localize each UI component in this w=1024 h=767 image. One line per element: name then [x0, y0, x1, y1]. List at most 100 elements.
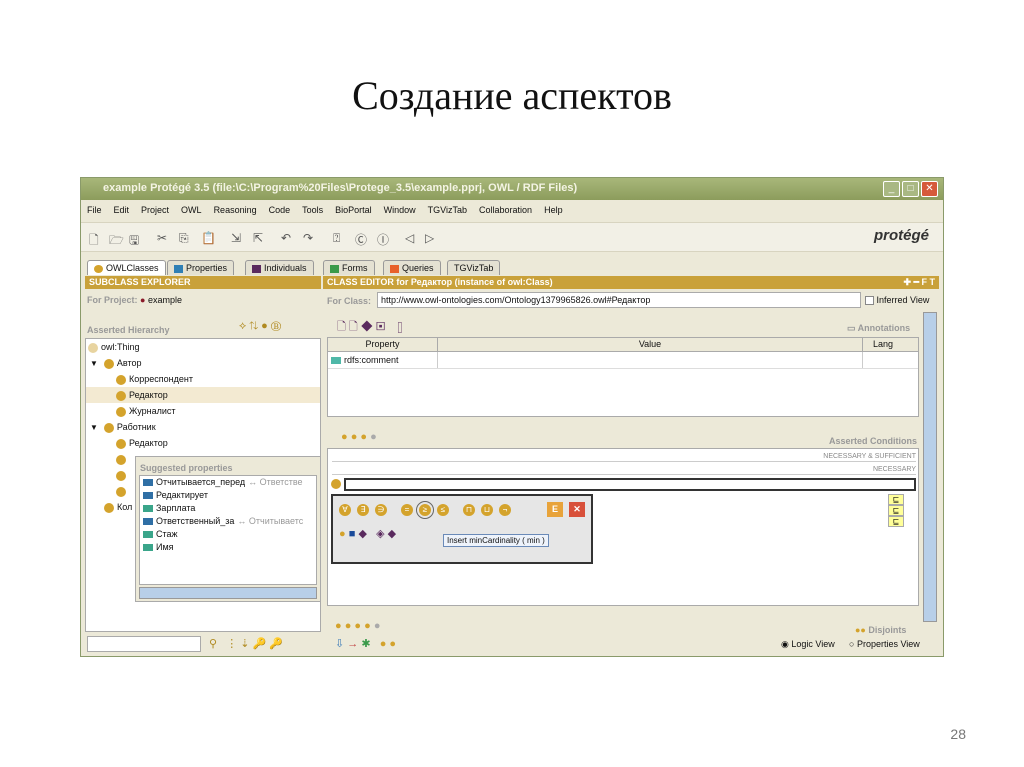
edit-button[interactable]: E [547, 502, 563, 517]
query-icon[interactable]: ⍰ [333, 231, 340, 246]
vertical-scrollbar[interactable] [923, 312, 937, 622]
menu-tgviztab[interactable]: TGVizTab [428, 205, 467, 217]
save-icon[interactable]: 🖫 [129, 231, 139, 252]
suggested-property-item[interactable]: Отчитывается_перед ↔ Ответстве [140, 476, 316, 489]
menu-collaboration[interactable]: Collaboration [479, 205, 532, 217]
tab-icon [330, 264, 339, 273]
insert-symbol-button[interactable]: ∀ [339, 504, 351, 516]
search-combo[interactable] [87, 636, 201, 652]
tree-node[interactable]: Корреспондент [86, 371, 320, 387]
subclass-button[interactable]: ⊑ [888, 505, 904, 516]
tab-properties[interactable]: Properties [167, 260, 235, 275]
class-icon [116, 470, 126, 481]
menu-help[interactable]: Help [544, 205, 563, 217]
tree-node[interactable]: Журналист [86, 403, 320, 419]
class-icon[interactable]: Ⓒ [355, 231, 367, 248]
annotations-table: Property Value Lang rdfs:comment [327, 337, 919, 417]
class-editor-header: CLASS EDITOR for Редактор (instance of o… [323, 276, 939, 289]
back-icon[interactable]: ◁ [405, 231, 414, 245]
class-icon [116, 406, 126, 417]
asserted-conditions-label: Asserted Conditions [828, 436, 917, 446]
insert-symbol-button[interactable]: ¬ [499, 504, 511, 516]
minimize-button[interactable]: _ [883, 181, 900, 197]
annotation-property-icon [331, 357, 341, 365]
column-header-property[interactable]: Property [328, 338, 438, 351]
properties-view-radio[interactable]: ○ Properties View [849, 639, 920, 649]
new-icon[interactable]: 🗋 [89, 231, 99, 252]
subclass-button[interactable]: ⊑ [888, 516, 904, 527]
palette-row2-icons[interactable]: ● ■ ◆ ◈ ◆ [339, 527, 396, 540]
inferred-view-checkbox[interactable]: Inferred View [865, 295, 929, 306]
column-header-value[interactable]: Value [438, 338, 863, 351]
suggested-property-item[interactable]: Редактирует [140, 489, 316, 502]
tree-node[interactable]: Редактор [86, 387, 320, 403]
subclass-button[interactable]: ⊑ [888, 494, 904, 505]
copy-icon[interactable]: ⎘ [179, 231, 189, 246]
menu-edit[interactable]: Edit [114, 205, 130, 217]
hierarchy-tools-icons[interactable]: ⟡ ⇅ ● Ⓑ [239, 320, 281, 333]
menu-window[interactable]: Window [384, 205, 416, 217]
menu-owl[interactable]: OWL [181, 205, 202, 217]
instance-icon[interactable]: Ⓘ [377, 231, 389, 248]
tree-node[interactable]: ▼ Автор [86, 355, 320, 371]
insert-symbol-button[interactable]: ⊓ [463, 504, 475, 516]
for-class-field[interactable]: http://www.owl-ontologies.com/Ontology13… [377, 292, 861, 308]
logic-view-radio[interactable]: ◉ Logic View [781, 639, 835, 650]
tab-icon [94, 264, 103, 273]
insert-symbol-button[interactable]: ≥ [416, 501, 434, 519]
suggested-property-item[interactable]: Зарплата [140, 502, 316, 515]
forward-icon[interactable]: ▷ [425, 231, 434, 245]
tab-queries[interactable]: Queries [383, 260, 441, 275]
window-title: example Protégé 3.5 (file:\C:\Program%20… [103, 182, 578, 194]
disjoint-tools-icons[interactable]: ● ● ● ● ● [335, 620, 380, 632]
column-header-lang[interactable]: Lang [863, 338, 903, 351]
maximize-button[interactable]: □ [902, 181, 919, 197]
cancel-button[interactable]: ✕ [569, 502, 585, 517]
tab-icon [252, 264, 261, 273]
tab-individuals[interactable]: Individuals [245, 260, 314, 275]
tab-forms[interactable]: Forms [323, 260, 375, 275]
menu-code[interactable]: Code [269, 205, 291, 217]
search-tools-icons[interactable]: ⚲ ⋮ ⇣ 🔑 🔑 [209, 637, 283, 650]
undo-icon[interactable]: ↶ [281, 231, 291, 245]
expand-toggle-icon[interactable]: ▼ [90, 359, 98, 368]
tab-owlclasses[interactable]: OWLClasses [87, 260, 166, 275]
menu-file[interactable]: File [87, 205, 102, 217]
table-row[interactable]: rdfs:comment [328, 352, 918, 369]
tree-node[interactable]: owl:Thing [86, 339, 320, 355]
menu-reasoning[interactable]: Reasoning [214, 205, 257, 217]
tree-node[interactable]: Редактор [86, 435, 320, 451]
insert-symbol-button[interactable]: ∋ [375, 504, 387, 516]
expand-toggle-icon[interactable]: ▼ [90, 423, 98, 432]
redo-icon[interactable]: ↷ [303, 231, 313, 245]
paste-icon[interactable]: 📋 [201, 231, 216, 245]
header-controls-icons[interactable]: ✚ ━ F T [904, 277, 935, 288]
condition-expression-input[interactable] [344, 478, 916, 491]
cut-icon[interactable]: ✂ [157, 231, 167, 245]
menu-tools[interactable]: Tools [302, 205, 323, 217]
misc-tools-icons[interactable]: ⇩ → ✱ ● ● [335, 637, 396, 650]
open-icon[interactable]: 🗁 [109, 231, 124, 252]
suggested-property-item[interactable]: Стаж [140, 528, 316, 541]
export-icon[interactable]: ⇱ [253, 231, 263, 245]
insert-symbol-button[interactable]: ⊔ [481, 504, 493, 516]
protege-logo: protégé [873, 227, 929, 244]
annotation-tools-icons[interactable]: 🗋 🗋 ◆ ▣ ▯ [337, 318, 405, 337]
horizontal-scrollbar[interactable] [139, 587, 317, 599]
condition-tools-icons[interactable]: ● ● ● ● [341, 431, 377, 443]
tab-icon [174, 264, 183, 273]
page-number: 28 [950, 726, 966, 742]
disjoints-label: ●● Disjoints [855, 625, 907, 635]
tree-node[interactable]: ▼ Работник [86, 419, 320, 435]
import-icon[interactable]: ⇲ [231, 231, 241, 245]
insert-symbol-button[interactable]: = [401, 504, 413, 516]
insert-symbol-button[interactable]: ≤ [437, 504, 449, 516]
annotations-label: ▭ Annotations [847, 323, 911, 333]
suggested-property-item[interactable]: Имя [140, 541, 316, 554]
insert-symbol-button[interactable]: ∃ [357, 504, 369, 516]
tab-tgviztab[interactable]: TGVizTab [447, 260, 501, 275]
menu-project[interactable]: Project [141, 205, 169, 217]
suggested-property-item[interactable]: Ответственный_за ↔ Отчитываетс [140, 515, 316, 528]
menu-bioportal[interactable]: BioPortal [335, 205, 372, 217]
close-button[interactable]: ✕ [921, 181, 938, 197]
